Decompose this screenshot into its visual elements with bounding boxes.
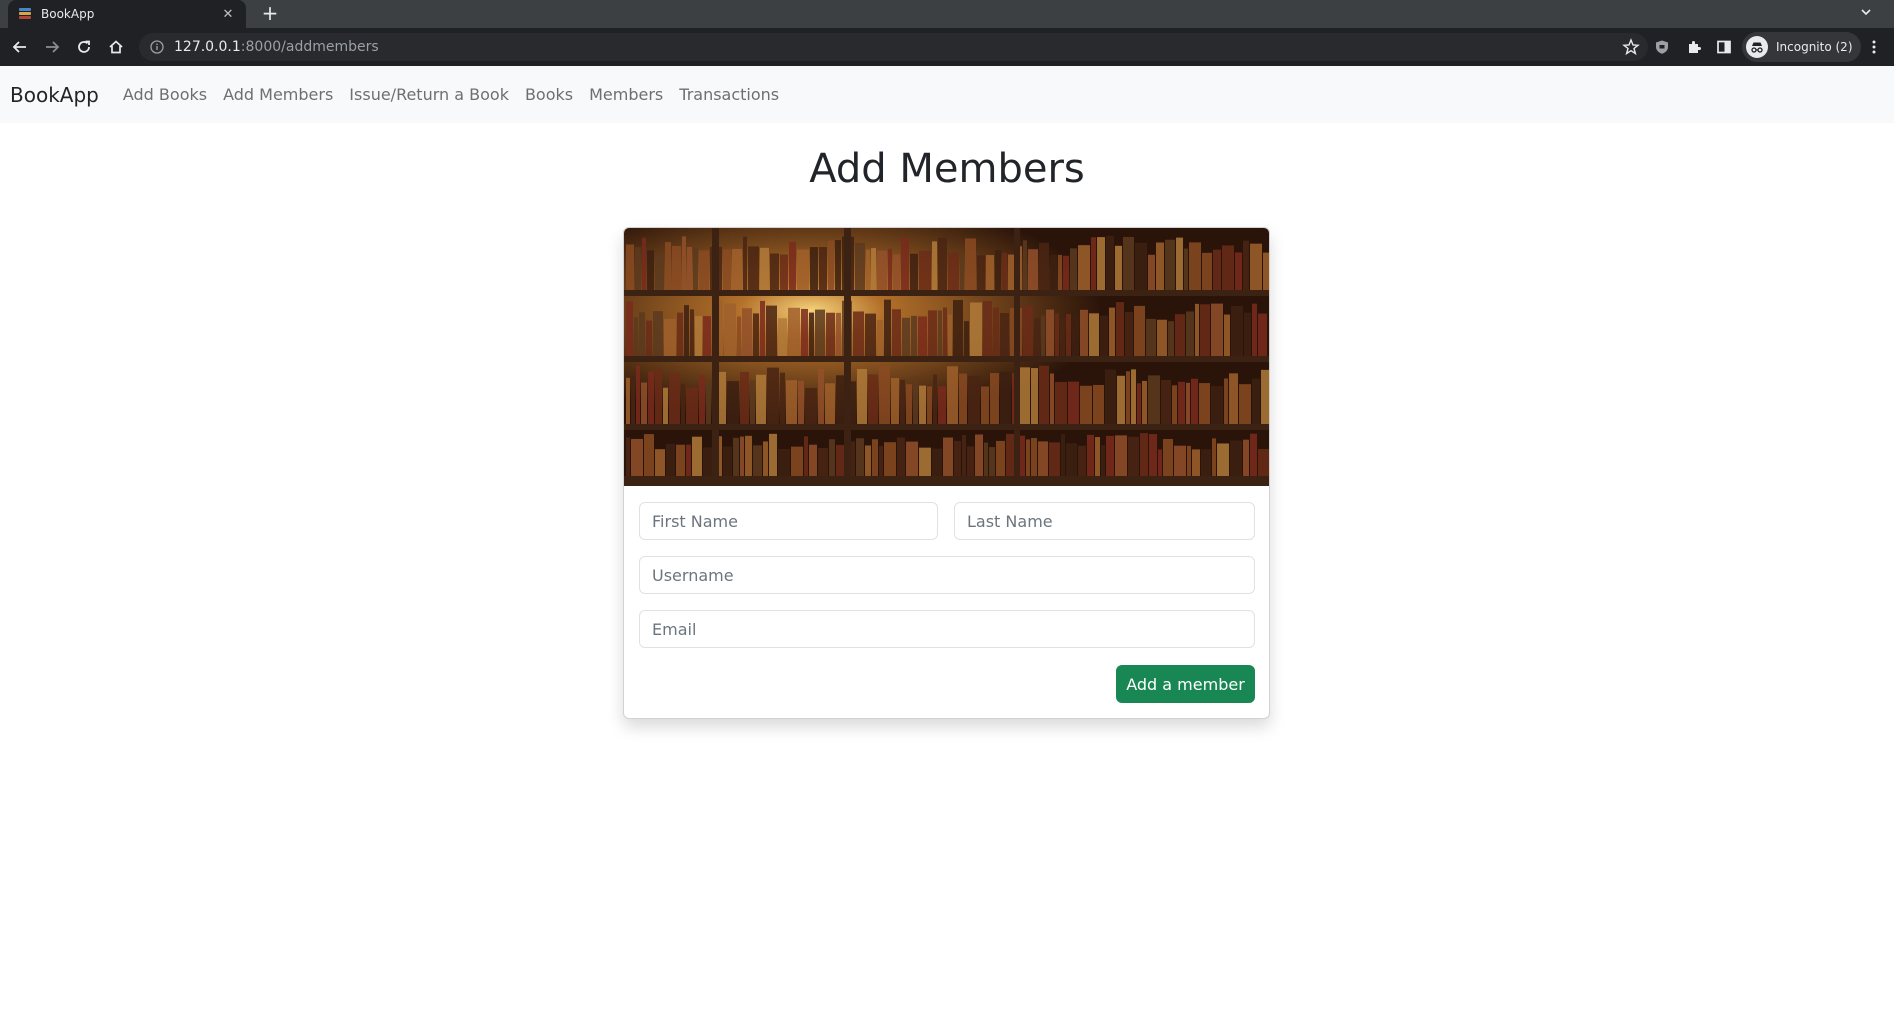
nav-link-issue-return[interactable]: Issue/Return a Book	[349, 85, 509, 104]
forward-icon[interactable]	[38, 33, 66, 61]
address-bar[interactable]: 127.0.0.1:8000/addmembers	[139, 33, 1648, 61]
shield-extension-icon[interactable]	[1648, 33, 1676, 61]
browser-toolbar: 127.0.0.1:8000/addmembers Incognito (2)	[0, 28, 1894, 66]
bookmark-star-icon[interactable]	[1622, 38, 1640, 56]
nav-link-transactions[interactable]: Transactions	[679, 85, 779, 104]
add-member-button[interactable]: Add a member	[1116, 665, 1255, 703]
browser-menu-icon[interactable]	[1860, 33, 1888, 61]
new-tab-icon[interactable]: +	[258, 2, 282, 26]
app-navbar: BookApp Add Books Add Members Issue/Retu…	[0, 66, 1894, 123]
books-favicon-icon	[18, 7, 32, 21]
last-name-input[interactable]	[954, 502, 1255, 540]
nav-link-books[interactable]: Books	[525, 85, 573, 104]
page-title: Add Members	[809, 146, 1085, 192]
reload-icon[interactable]	[70, 33, 98, 61]
back-icon[interactable]	[6, 33, 34, 61]
nav-link-members[interactable]: Members	[589, 85, 663, 104]
browser-tabstrip: BookApp ✕ +	[0, 0, 1894, 28]
url-path: :8000/addmembers	[240, 39, 379, 55]
browser-tab[interactable]: BookApp ✕	[8, 0, 246, 28]
site-info-icon[interactable]	[149, 39, 165, 55]
url-host: 127.0.0.1	[174, 39, 241, 55]
add-member-card: Add a member	[623, 227, 1270, 719]
extensions-puzzle-icon[interactable]	[1680, 33, 1708, 61]
incognito-profile-button[interactable]: Incognito (2)	[1742, 32, 1861, 62]
email-input[interactable]	[639, 610, 1255, 648]
home-icon[interactable]	[102, 33, 130, 61]
tab-title: BookApp	[41, 7, 95, 21]
first-name-input[interactable]	[639, 502, 938, 540]
username-input[interactable]	[639, 556, 1255, 594]
close-tab-icon[interactable]: ✕	[220, 7, 236, 22]
nav-link-add-books[interactable]: Add Books	[123, 85, 207, 104]
nav-link-add-members[interactable]: Add Members	[223, 85, 333, 104]
library-bookshelf-image	[624, 228, 1269, 486]
side-panel-icon[interactable]	[1710, 33, 1738, 61]
navbar-brand[interactable]: BookApp	[10, 83, 99, 107]
tab-search-chevron-icon[interactable]	[1854, 2, 1878, 26]
incognito-icon	[1746, 36, 1768, 58]
incognito-label: Incognito (2)	[1776, 40, 1853, 54]
